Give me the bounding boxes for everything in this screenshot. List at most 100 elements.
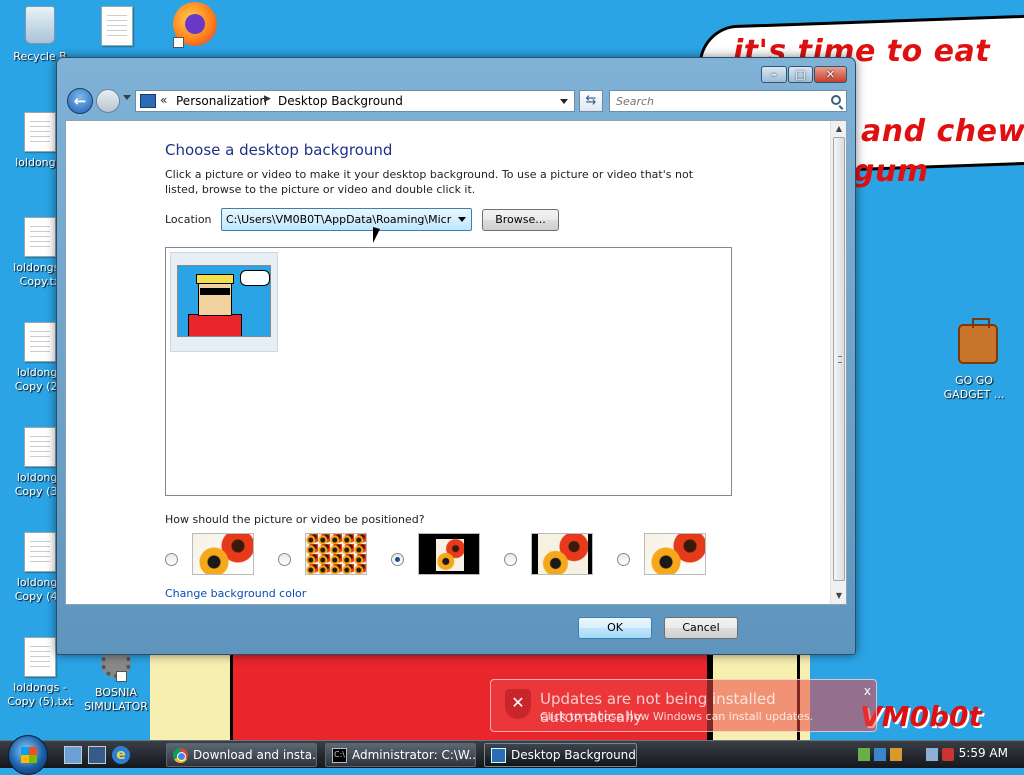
taskbar-button-label: Desktop Background: [511, 748, 636, 762]
picture-gallery: [165, 247, 732, 496]
text-document-icon: [24, 217, 56, 257]
switch-windows-icon[interactable]: [88, 746, 106, 764]
navigation-bar: ← « Personalization ▶ Desktop Background…: [65, 86, 849, 116]
back-arrow-icon: ←: [73, 92, 87, 110]
start-button[interactable]: [8, 735, 48, 775]
desktop-icon-label: BOSNIA: [95, 686, 137, 699]
back-button[interactable]: ←: [67, 88, 93, 114]
system-tray: 5:59 AM: [856, 741, 1024, 769]
cmd-icon: C:\: [332, 748, 347, 763]
tray-app-icon[interactable]: [858, 748, 870, 761]
close-icon: ✕: [825, 68, 836, 81]
chevron-down-icon: [458, 217, 466, 222]
desktop-icon-bosnia-simulator[interactable]: BOSNIA SIMULATOR: [76, 648, 156, 714]
notification-close-button[interactable]: x: [864, 684, 871, 698]
page-title: Choose a desktop background: [165, 141, 393, 159]
scroll-down-icon[interactable]: ▼: [831, 588, 846, 604]
text-document-icon: [24, 112, 56, 152]
ok-button[interactable]: OK: [578, 617, 652, 639]
breadcrumb-desktop-background[interactable]: Desktop Background: [278, 94, 403, 108]
desktop-icon-go-go-gadget[interactable]: GO GO GADGET ...: [934, 318, 1014, 402]
volume-muted-icon[interactable]: [942, 748, 954, 761]
text-document-icon: [24, 322, 56, 362]
location-value: C:\Users\VM0B0T\AppData\Roaming\Micr: [226, 213, 452, 226]
minimize-button[interactable]: –: [761, 66, 787, 83]
taskbar-button-cmd[interactable]: C:\ Administrator: C:\W...: [325, 743, 476, 767]
desktop-icon: [491, 748, 506, 763]
desktop-icon-label: SIMULATOR: [84, 700, 148, 713]
change-background-color-link[interactable]: Change background color: [165, 587, 306, 600]
breadcrumb-separator-icon[interactable]: ▶: [264, 94, 271, 104]
text-document-icon: [24, 637, 56, 677]
wallpaper-preview-image: [177, 265, 271, 337]
search-box[interactable]: [609, 90, 847, 112]
security-shield-icon: ✕: [505, 689, 531, 719]
taskbar-button-desktop-background[interactable]: Desktop Background: [484, 743, 637, 767]
position-radio-fit[interactable]: [504, 553, 517, 566]
maximize-icon: □: [795, 68, 806, 81]
show-desktop-icon[interactable]: [64, 746, 82, 764]
position-preview-center[interactable]: [418, 533, 480, 575]
taskbar: e Download and insta... C:\ Administrato…: [0, 735, 1024, 775]
position-radio-center[interactable]: [391, 553, 404, 566]
taskbar-button-chrome[interactable]: Download and insta...: [166, 743, 317, 767]
recent-pages-dropdown[interactable]: [123, 95, 131, 100]
text-document-icon: [101, 6, 133, 46]
mouse-cursor-icon: [373, 227, 380, 243]
refresh-icon: ⇆: [585, 93, 597, 108]
desktop-icon-label: Copy (5).txt: [7, 695, 73, 708]
page-description: Click a picture or video to make it your…: [165, 168, 694, 196]
breadcrumb-personalization[interactable]: Personalization: [176, 94, 267, 108]
forward-button[interactable]: [96, 89, 120, 113]
minimize-icon: –: [771, 68, 777, 81]
location-dropdown[interactable]: C:\Users\VM0B0T\AppData\Roaming\Micr: [221, 208, 472, 231]
shortcut-arrow-icon: [116, 671, 127, 682]
position-preview-fill[interactable]: [192, 533, 254, 575]
wallpaper-signature: VM0b0t: [860, 700, 982, 733]
close-button[interactable]: ✕: [814, 66, 847, 83]
maximize-button[interactable]: □: [788, 66, 813, 83]
position-preview-stretch[interactable]: [644, 533, 706, 575]
search-icon[interactable]: [831, 95, 841, 105]
update-notification-balloon[interactable]: ✕ Updates are not being installed automa…: [490, 679, 877, 732]
scroll-up-icon[interactable]: ▲: [831, 121, 846, 137]
taskbar-button-label: Administrator: C:\W...: [352, 748, 476, 762]
notification-text: Click to choose how Windows can install …: [540, 710, 814, 723]
refresh-button[interactable]: ⇆: [579, 90, 603, 112]
taskbar-clock[interactable]: 5:59 AM: [959, 746, 1008, 760]
tray-network-icon[interactable]: [874, 748, 886, 761]
cancel-button[interactable]: Cancel: [664, 617, 738, 639]
text-document-icon: [24, 532, 56, 572]
position-radio-tile[interactable]: [278, 553, 291, 566]
vertical-scrollbar[interactable]: ▲ ▼: [830, 121, 846, 604]
desktop-icon-label: loldongs -: [13, 681, 67, 694]
desktop-icon-label: GADGET ...: [943, 388, 1005, 401]
desktop-icon-label: GO GO: [955, 374, 993, 387]
recycle-bin-icon: [25, 6, 55, 44]
position-question: How should the picture or video be posit…: [165, 513, 425, 526]
breadcrumb-overflow[interactable]: «: [160, 93, 167, 107]
text-document-icon: [24, 427, 56, 467]
desktop-icon-firefox[interactable]: [155, 2, 235, 52]
picture-thumbnail[interactable]: [170, 252, 278, 352]
network-status-icon[interactable]: [926, 748, 938, 761]
location-label: Location: [165, 213, 212, 226]
control-panel-icon: [140, 94, 156, 108]
desktop-icon-document[interactable]: [77, 6, 157, 50]
taskbar-button-label: Download and insta...: [193, 748, 317, 762]
desktop-background-window: – □ ✕ ← « Personalization ▶ Desktop Back…: [56, 57, 856, 655]
content-area: Choose a desktop background Click a pict…: [65, 120, 847, 605]
position-radio-stretch[interactable]: [617, 553, 630, 566]
shortcut-arrow-icon: [173, 37, 184, 48]
tray-security-icon[interactable]: [890, 748, 902, 761]
address-bar[interactable]: « Personalization ▶ Desktop Background: [135, 90, 575, 112]
desktop-icon-recycle-bin[interactable]: Recycle B: [0, 4, 80, 64]
search-input[interactable]: [614, 92, 814, 110]
position-preview-tile[interactable]: [305, 533, 367, 575]
position-preview-fit[interactable]: [531, 533, 593, 575]
scrollbar-thumb[interactable]: [833, 137, 845, 581]
position-radio-fill[interactable]: [165, 553, 178, 566]
address-dropdown-icon[interactable]: [560, 99, 568, 104]
browse-button[interactable]: Browse...: [482, 209, 559, 231]
internet-explorer-icon[interactable]: e: [112, 746, 130, 764]
